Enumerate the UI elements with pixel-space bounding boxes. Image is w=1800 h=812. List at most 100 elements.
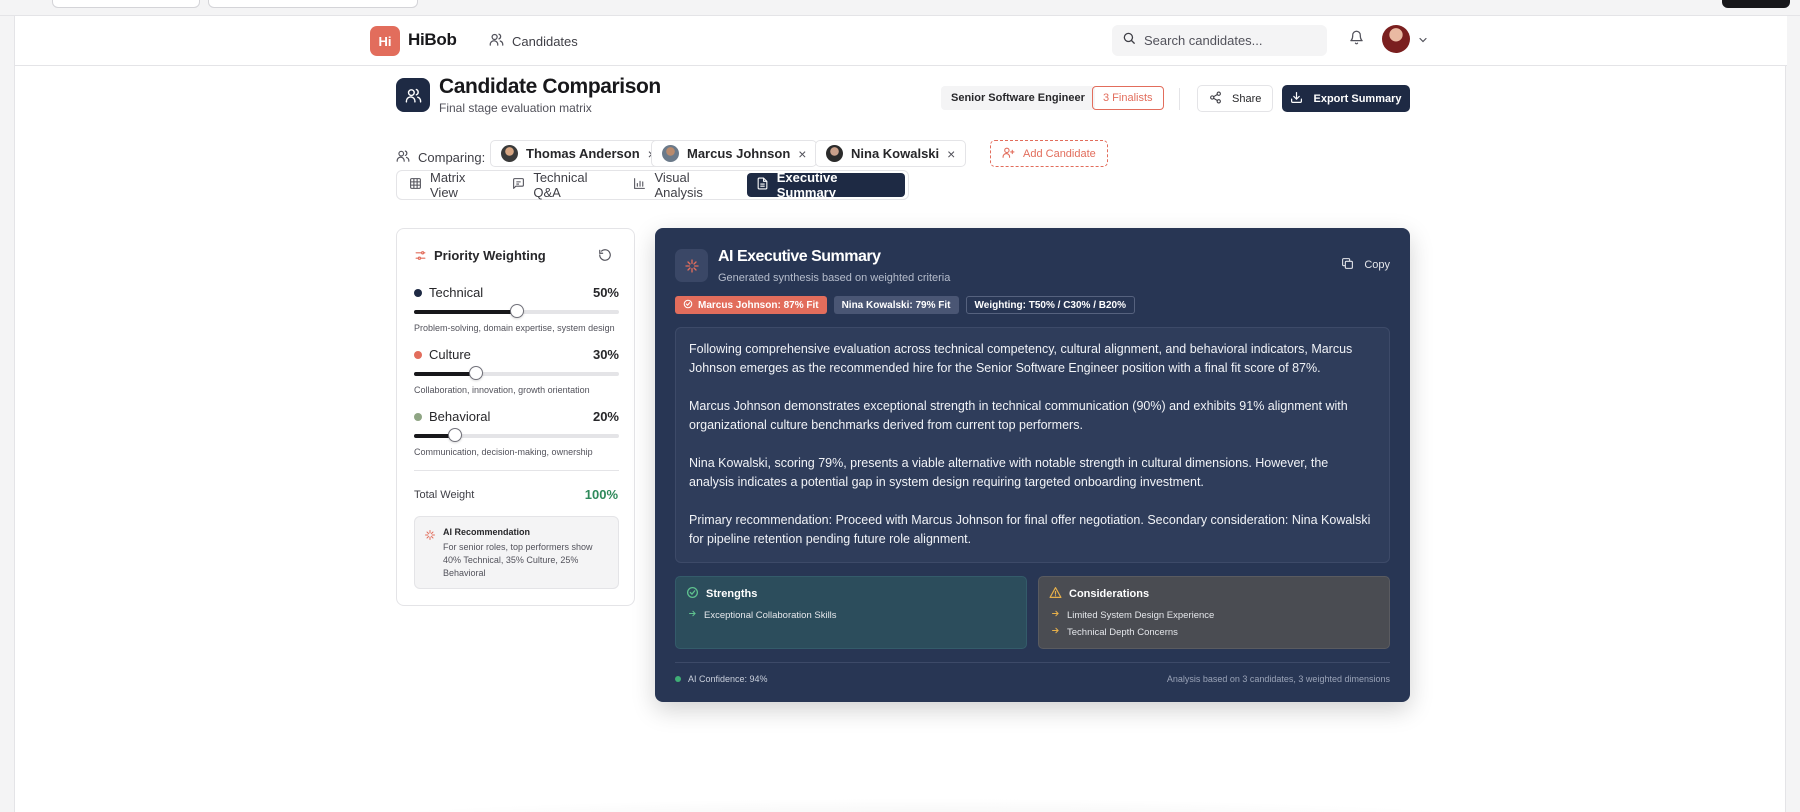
sliders-icon xyxy=(414,249,427,267)
slider-handle[interactable] xyxy=(448,428,462,442)
criterion-percent: 30% xyxy=(592,347,619,362)
strength-item: Exceptional Collaboration Skills xyxy=(686,609,1016,621)
candidate-chip-name: Marcus Johnson xyxy=(687,146,791,161)
analysis-basis: Analysis based on 3 candidates, 3 weight… xyxy=(1166,674,1390,684)
criterion-color-dot xyxy=(414,412,422,421)
strengths-title: Strengths xyxy=(706,588,758,600)
tab-technical-qa[interactable]: Technical Q&A xyxy=(503,170,624,200)
warning-icon xyxy=(1049,586,1062,602)
candidate-chip-name: Nina Kowalski xyxy=(851,146,940,161)
share-button[interactable]: Share xyxy=(1197,85,1274,112)
arrow-right-icon xyxy=(688,609,697,621)
page-title: Candidate Comparison xyxy=(439,75,661,98)
total-weight-value: 100% xyxy=(584,487,618,502)
divider xyxy=(414,470,619,471)
behavioral-slider[interactable] xyxy=(414,428,619,442)
copy-button[interactable]: Copy xyxy=(1341,257,1390,273)
culture-slider[interactable] xyxy=(414,366,619,380)
strength-label: Exceptional Collaboration Skills xyxy=(704,609,837,621)
tab-matrix-view[interactable]: Matrix View xyxy=(400,170,503,200)
copy-label: Copy xyxy=(1364,259,1390,271)
ai-recommendation-box: AI Recommendation For senior roles, top … xyxy=(414,516,619,589)
remove-candidate-icon[interactable]: × xyxy=(798,146,806,162)
browser-tab[interactable] xyxy=(52,0,200,8)
nav-candidates-label: Candidates xyxy=(512,33,578,49)
message-icon xyxy=(512,177,525,193)
document-icon xyxy=(756,177,769,193)
candidate-chip-thomas[interactable]: Thomas Anderson × xyxy=(490,140,667,167)
tab-label: Matrix View xyxy=(430,170,466,200)
slider-fill xyxy=(414,372,476,376)
criterion-color-dot xyxy=(414,288,422,297)
page-header-icon xyxy=(396,78,430,112)
criterion-name: Technical xyxy=(429,285,484,300)
page-subtitle: Final stage evaluation matrix xyxy=(439,101,592,115)
add-candidate-label: Add Candidate xyxy=(1023,147,1096,160)
grid-icon xyxy=(409,177,422,193)
slider-handle[interactable] xyxy=(468,366,483,380)
browser-action-button[interactable] xyxy=(1722,0,1790,8)
candidate-chip-marcus[interactable]: Marcus Johnson × xyxy=(651,140,818,167)
candidate-avatar xyxy=(662,145,679,162)
candidate-chip-nina[interactable]: Nina Kowalski × xyxy=(815,140,967,167)
status-dot xyxy=(675,676,681,682)
criterion-description: Communication, decision-making, ownershi… xyxy=(414,447,593,457)
weighting-title: Priority Weighting xyxy=(434,248,546,263)
candidate-chip-name: Thomas Anderson xyxy=(526,146,640,161)
copy-icon xyxy=(1341,257,1354,273)
tab-label: Visual Analysis xyxy=(654,170,703,200)
strengths-box: Strengths Exceptional Collaboration Skil… xyxy=(675,576,1027,649)
user-avatar[interactable] xyxy=(1382,25,1410,53)
share-icon xyxy=(1209,91,1222,107)
ai-confidence: AI Confidence: 94% xyxy=(675,674,768,684)
comparing-label-group: Comparing: xyxy=(396,149,485,166)
reset-icon[interactable] xyxy=(598,248,612,267)
nav-candidates-link[interactable]: Candidates xyxy=(489,32,578,50)
consideration-label: Limited System Design Experience xyxy=(1067,609,1215,621)
bell-icon[interactable] xyxy=(1349,30,1364,50)
bar-chart-icon xyxy=(633,177,646,193)
priority-weighting-card: Priority Weighting Technical 50% Problem… xyxy=(396,228,635,606)
finalists-badge: 3 Finalists xyxy=(1092,86,1164,110)
technical-slider[interactable] xyxy=(414,304,619,318)
fit-score-pills: Marcus Johnson: 87% Fit Nina Kowalski: 7… xyxy=(675,296,1136,314)
add-candidate-button[interactable]: Add Candidate xyxy=(990,140,1108,167)
user-plus-icon xyxy=(1002,146,1015,162)
share-label: Share xyxy=(1232,92,1262,105)
brand-logo[interactable]: Hi xyxy=(370,26,400,56)
search-box[interactable] xyxy=(1112,25,1327,56)
sparkle-icon xyxy=(684,258,699,273)
search-input[interactable] xyxy=(1144,33,1314,48)
tab-label: Technical Q&A xyxy=(533,170,588,200)
users-icon xyxy=(405,88,421,103)
search-icon xyxy=(1122,31,1136,50)
consideration-item: Technical Depth Concerns xyxy=(1049,626,1379,638)
weighting-pill: Weighting: T50% / C30% / B20% xyxy=(965,296,1136,314)
export-summary-button[interactable]: Export Summary xyxy=(1282,85,1410,112)
app-frame: Hi HiBob Candidates Candidate Comparison… xyxy=(14,16,1787,812)
exec-summary-subtitle: Generated synthesis based on weighted cr… xyxy=(718,272,951,284)
fit-pill-nina: Nina Kowalski: 79% Fit xyxy=(833,296,959,314)
pill-label: Marcus Johnson: 87% Fit xyxy=(698,299,819,311)
tab-visual-analysis[interactable]: Visual Analysis xyxy=(624,170,746,200)
considerations-title: Considerations xyxy=(1069,588,1150,600)
criterion-description: Problem-solving, domain expertise, syste… xyxy=(414,323,615,333)
browser-address-bar[interactable] xyxy=(208,0,418,8)
remove-candidate-icon[interactable]: × xyxy=(947,146,955,162)
role-badge: Senior Software Engineer xyxy=(941,86,1095,110)
candidate-avatar xyxy=(826,145,843,162)
tab-executive-summary[interactable]: Executive Summary xyxy=(746,170,905,200)
criterion-description: Collaboration, innovation, growth orient… xyxy=(414,385,590,395)
chevron-down-icon[interactable] xyxy=(1417,33,1429,51)
criterion-name: Behavioral xyxy=(429,409,491,424)
summary-paragraph: Following comprehensive evaluation acros… xyxy=(689,342,1353,375)
decorative-shadow xyxy=(275,798,1575,812)
criterion-technical: Technical 50% Problem-solving, domain ex… xyxy=(414,285,619,333)
ai-recommendation-text: For senior roles, top performers show 40… xyxy=(443,542,593,578)
brand-name[interactable]: HiBob xyxy=(408,30,457,50)
check-circle-icon xyxy=(686,586,699,602)
ai-confidence-label: AI Confidence: 94% xyxy=(688,674,768,684)
slider-handle[interactable] xyxy=(509,304,524,318)
export-label: Export Summary xyxy=(1313,92,1402,105)
criterion-percent: 50% xyxy=(592,285,619,300)
